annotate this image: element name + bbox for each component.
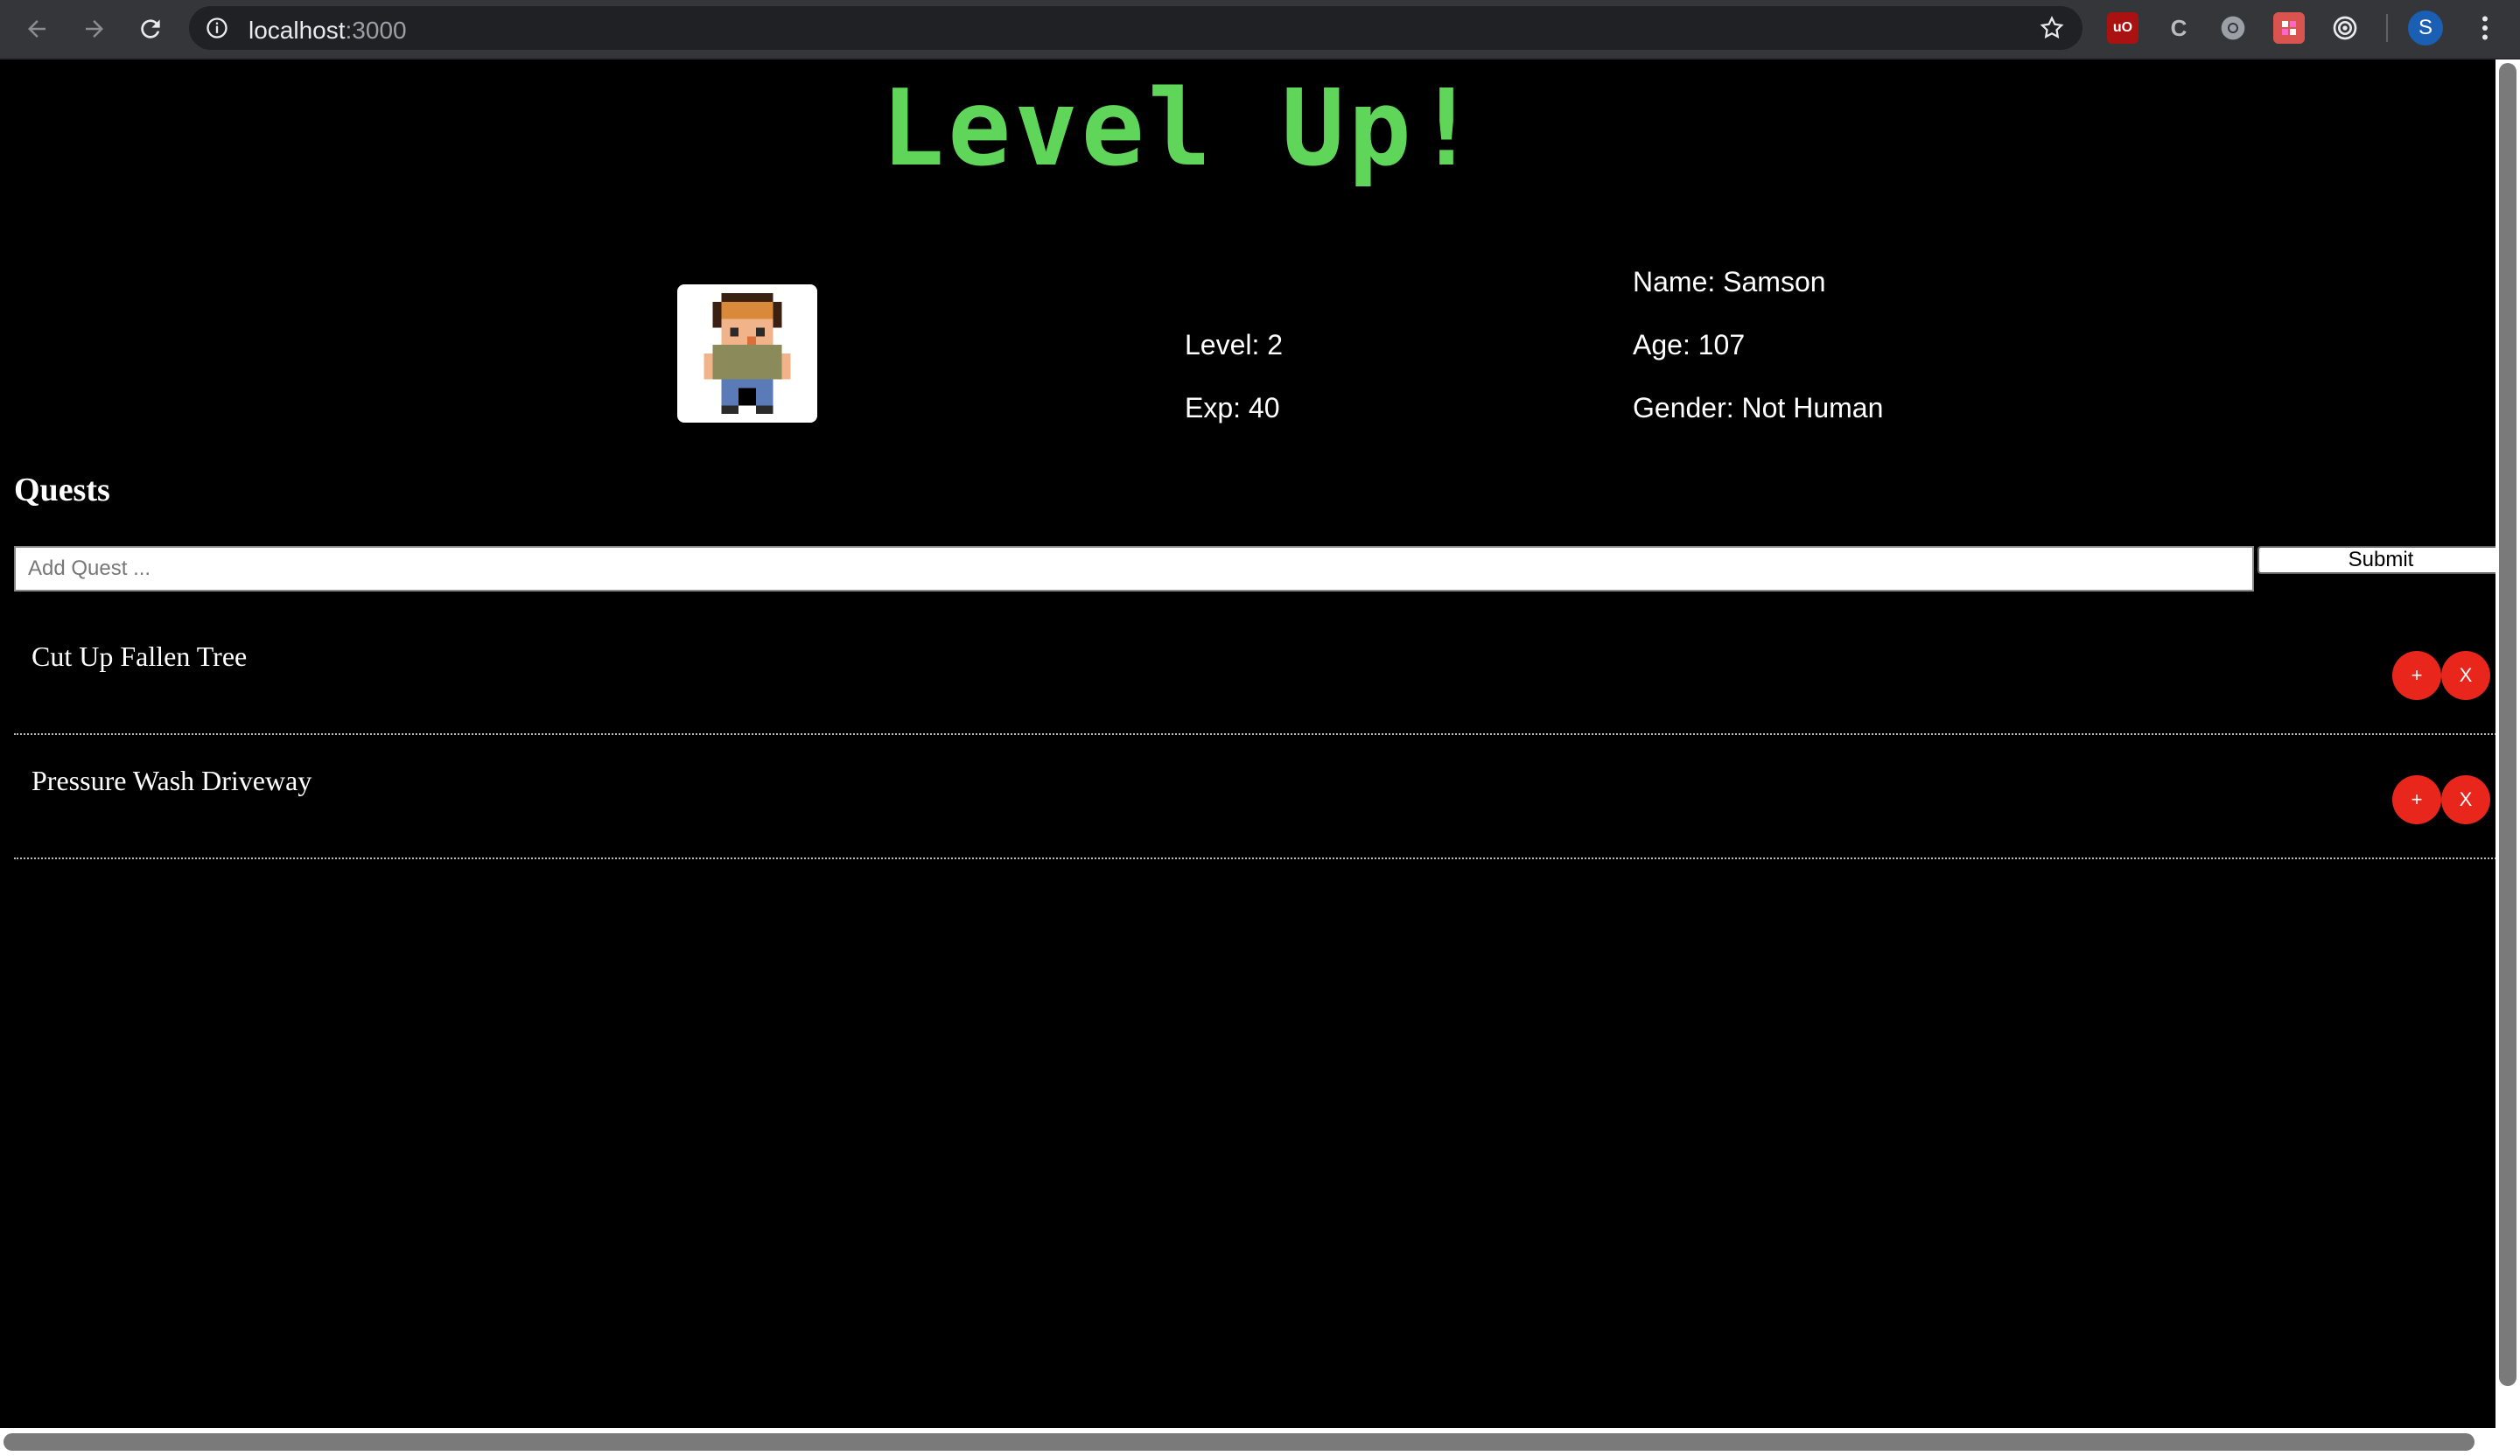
quests-heading: Quests: [14, 472, 110, 508]
ublock-icon[interactable]: uO: [2107, 12, 2138, 44]
url-port: :3000: [345, 17, 407, 44]
remove-quest-button[interactable]: X: [2441, 651, 2490, 700]
forward-button[interactable]: [77, 11, 112, 46]
quest-name: Cut Up Fallen Tree: [32, 640, 248, 672]
page-content: Level Up! Level: 2 Exp: 40 Name: Samson …: [0, 60, 2506, 1428]
complete-quest-button[interactable]: +: [2392, 775, 2441, 824]
arrow-left-icon: [28, 20, 46, 38]
vertical-scrollbar-thumb[interactable]: [2499, 63, 2516, 1386]
chrome-extension-icon[interactable]: [2217, 12, 2249, 44]
browser-toolbar: localhost:3000 uO C S: [0, 0, 2520, 60]
pixel-character-image: [704, 292, 791, 415]
scrollbar-corner: [2496, 1428, 2520, 1456]
quest-item: Cut Up Fallen Tree + X: [14, 611, 2506, 735]
bookmark-star-icon[interactable]: [2039, 15, 2065, 41]
reload-icon: [141, 19, 160, 38]
character-exp: Exp: 40: [1185, 392, 1280, 424]
profile-avatar[interactable]: S: [2408, 10, 2443, 46]
remove-quest-button[interactable]: X: [2441, 775, 2490, 824]
character-avatar: [677, 284, 817, 423]
character-level: Level: 2: [1185, 329, 1284, 360]
submit-quest-button[interactable]: Submit: [2258, 546, 2504, 574]
arrow-right-icon: [86, 20, 103, 38]
page-title: Level Up!: [880, 68, 1482, 190]
target-icon: [2333, 16, 2357, 40]
character-name: Name: Samson: [1633, 266, 1826, 298]
complete-quest-button[interactable]: +: [2392, 651, 2441, 700]
info-icon[interactable]: [205, 16, 229, 40]
url-text: localhost:3000: [248, 17, 407, 45]
puzzle-icon: [2282, 21, 2296, 35]
c-extension-icon[interactable]: C: [2163, 12, 2194, 44]
quest-name: Pressure Wash Driveway: [32, 765, 312, 796]
toolbar-separator: [2386, 14, 2388, 42]
puzzle-extension-icon[interactable]: [2273, 12, 2305, 44]
horizontal-scrollbar-thumb[interactable]: [4, 1433, 2474, 1451]
address-bar[interactable]: localhost:3000: [189, 6, 2082, 50]
target-extension-icon[interactable]: [2329, 12, 2361, 44]
kebab-menu-icon[interactable]: [2469, 12, 2501, 44]
chrome-logo-icon: [2221, 16, 2245, 40]
back-button[interactable]: [19, 11, 54, 46]
reload-button[interactable]: [133, 11, 168, 46]
character-gender: Gender: Not Human: [1633, 392, 1884, 424]
quest-item: Pressure Wash Driveway + X: [14, 735, 2506, 859]
character-age: Age: 107: [1633, 329, 1746, 360]
url-host: localhost: [248, 17, 346, 44]
add-quest-input[interactable]: [14, 546, 2254, 592]
